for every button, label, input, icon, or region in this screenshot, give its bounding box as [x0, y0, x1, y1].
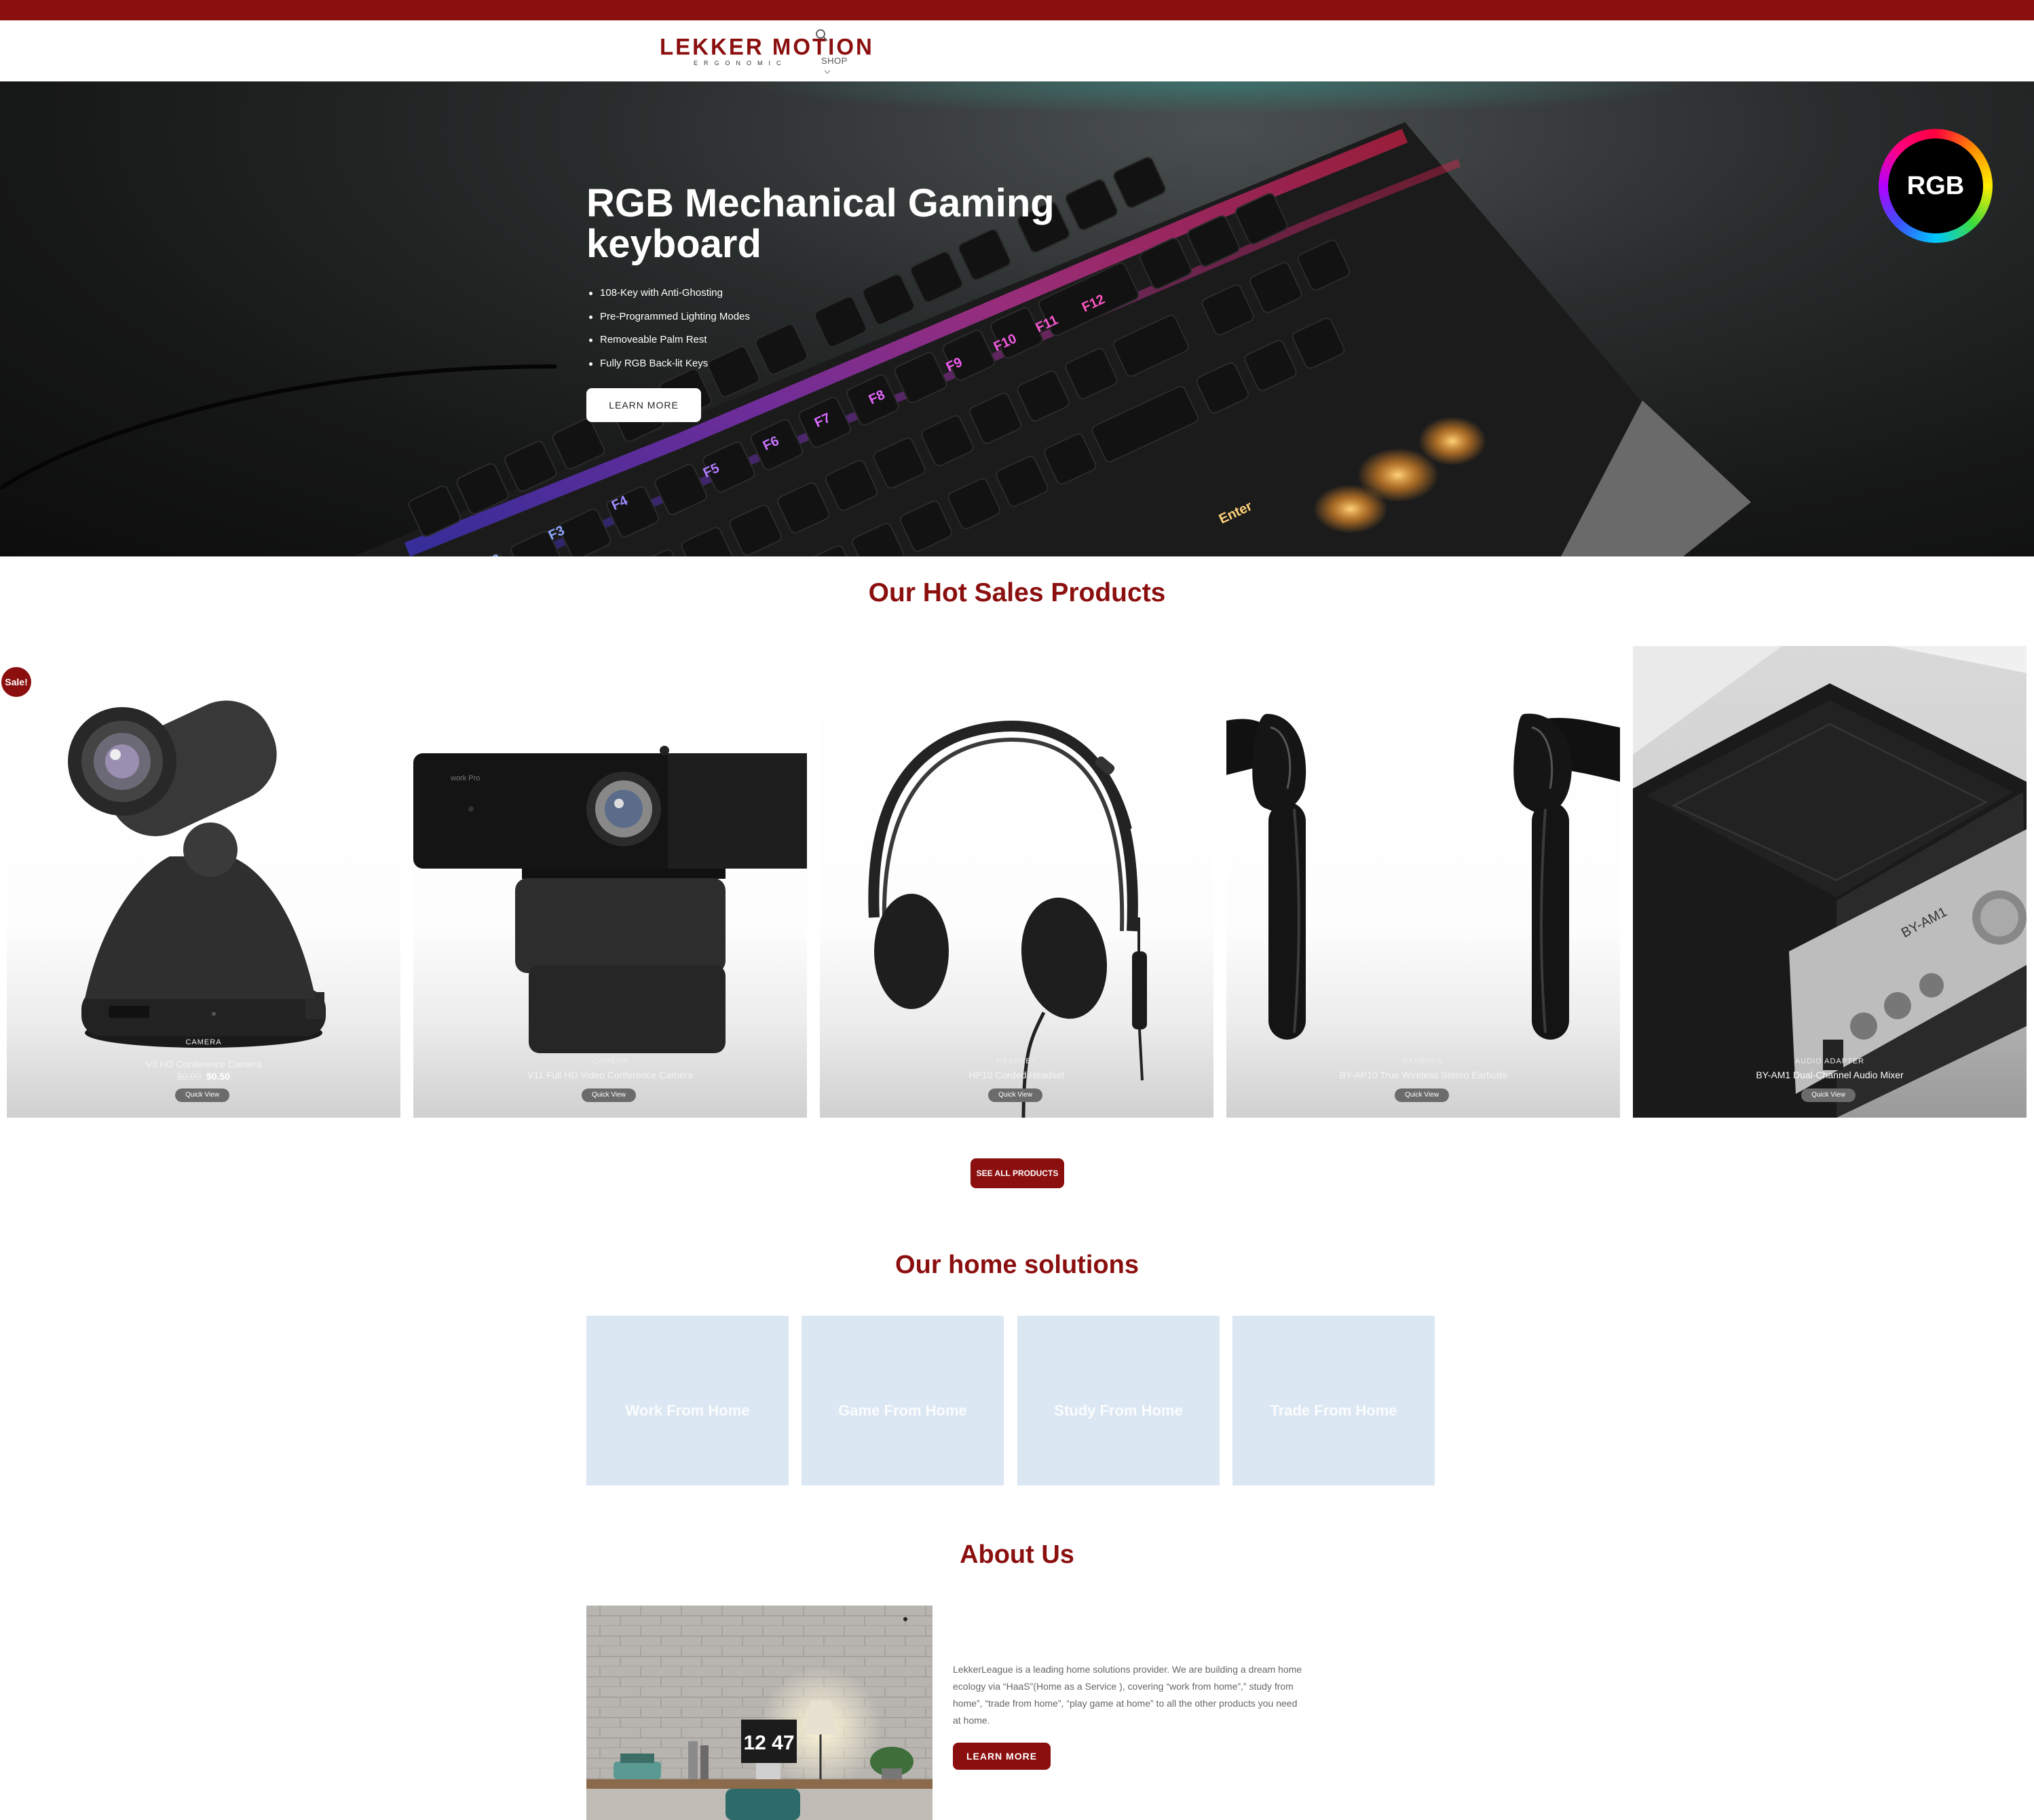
quick-view-button[interactable]: Quick View — [175, 1088, 229, 1102]
hero-feature: Removeable Palm Rest — [589, 333, 750, 357]
product-name[interactable]: BY-AM1 Dual-Channel Audio Mixer — [1633, 1069, 2027, 1080]
keyboard-image: F1 F2 F3 F4 F5 F6 F7 F8 F9 F10 F11 F12 E… — [0, 122, 1751, 556]
hot-sales-title: Our Hot Sales Products — [868, 578, 1166, 607]
product-price: $0.00 $0.50 — [7, 1071, 400, 1082]
product-card[interactable]: CAMERA V3 HD Conference Camera $0.00 $0.5… — [7, 646, 400, 1118]
search-icon[interactable] — [815, 29, 829, 42]
hero-feature-list: 108-Key with Anti-Ghosting Pre-Programme… — [589, 286, 750, 381]
home-solutions-title: Our home solutions — [895, 1251, 1139, 1279]
hero-feature: 108-Key with Anti-Ghosting — [589, 286, 750, 310]
product-name[interactable]: BY-AP10 True Wireless Stereo Earbuds — [1226, 1069, 1620, 1080]
about-clock-text: 12 47 — [743, 1732, 794, 1754]
see-all-products-button[interactable]: SEE ALL PRODUCTS — [971, 1158, 1064, 1188]
logo-subtext: ERGONOMIC — [694, 60, 787, 67]
site-header — [0, 20, 2034, 81]
conference-camera-image — [68, 700, 326, 1048]
quick-view-button[interactable]: Quick View — [582, 1088, 636, 1102]
solution-tile-work[interactable]: Work From Home — [586, 1316, 789, 1485]
hero-feature: Pre-Programmed Lighting Modes — [589, 310, 750, 334]
product-category: AUDIO ADAPTER — [1794, 1057, 1865, 1065]
solution-tile-label: Game From Home — [838, 1402, 967, 1419]
solution-tile-label: Trade From Home — [1270, 1402, 1397, 1419]
hero-title: RGB Mechanical Gaming keyboard — [586, 181, 1055, 266]
solution-tile-label: Work From Home — [625, 1402, 750, 1419]
quick-view-button[interactable]: Quick View — [1395, 1088, 1449, 1102]
product-category: CAMERA — [185, 1038, 222, 1046]
solution-tile-trade[interactable]: Trade From Home — [1232, 1316, 1435, 1485]
quick-view-button[interactable]: Quick View — [1801, 1088, 1856, 1102]
hero-learn-more-button[interactable]: LEARN MORE — [586, 388, 701, 422]
audio-mixer-image: BY-AM1 — [1633, 646, 2027, 1118]
solution-tile-label: Study From Home — [1054, 1402, 1183, 1419]
product-name[interactable]: V3 HD Conference Camera — [7, 1059, 400, 1069]
about-learn-more-button[interactable]: LEARN MORE — [953, 1743, 1051, 1770]
nav-shop-link[interactable]: SHOP — [821, 56, 848, 66]
product-card[interactable]: EARBUDS BY-AP10 True Wireless Stereo Ear… — [1226, 646, 1620, 1118]
quick-view-button[interactable]: Quick View — [988, 1088, 1042, 1102]
headset-image — [868, 720, 1147, 1118]
product-name[interactable]: HP10 Corded Headset — [820, 1069, 1213, 1080]
solution-tile-game[interactable]: Game From Home — [802, 1316, 1004, 1485]
product-category: HEADSET — [996, 1057, 1037, 1065]
top-announcement-bar — [0, 0, 2034, 20]
site-logo[interactable]: LEKKER MOTION ERGONOMIC — [660, 33, 872, 68]
solution-tile-study[interactable]: Study From Home — [1017, 1316, 1220, 1485]
product-card[interactable]: HEADSET HP10 Corded Headset Quick View — [820, 646, 1213, 1118]
chevron-down-icon[interactable] — [823, 69, 831, 75]
product-category: CAMERA — [592, 1057, 628, 1065]
product-sale-price: $0.50 — [206, 1071, 231, 1082]
rgb-badge-text: RGB — [1888, 138, 1983, 233]
sale-badge: Sale! — [1, 667, 31, 697]
about-desk-image: 12 47 — [586, 1606, 933, 1820]
rgb-badge: RGB — [1879, 129, 1993, 243]
product-old-price: $0.00 — [176, 1071, 201, 1082]
webcam-image: work Pro — [413, 746, 807, 1053]
about-us-title: About Us — [960, 1540, 1074, 1569]
about-description: LekkerLeague is a leading home solutions… — [953, 1664, 1302, 1726]
product-card[interactable]: BY-AM1 AUDIO ADAPTER BY-AM1 Dual-Channel… — [1633, 646, 2027, 1118]
product-card[interactable]: work Pro CAMERA V11 Full HD Video Confer… — [413, 646, 807, 1118]
product-name[interactable]: V11 Full HD Video Conference Camera — [413, 1069, 807, 1080]
hero-banner: F1 F2 F3 F4 F5 F6 F7 F8 F9 F10 F11 F12 E… — [0, 81, 2034, 556]
svg-text:work Pro: work Pro — [450, 774, 480, 782]
earbuds-image — [1226, 713, 1620, 1040]
product-category: EARBUDS — [1402, 1057, 1444, 1065]
hero-feature: Fully RGB Back-lit Keys — [589, 357, 750, 381]
